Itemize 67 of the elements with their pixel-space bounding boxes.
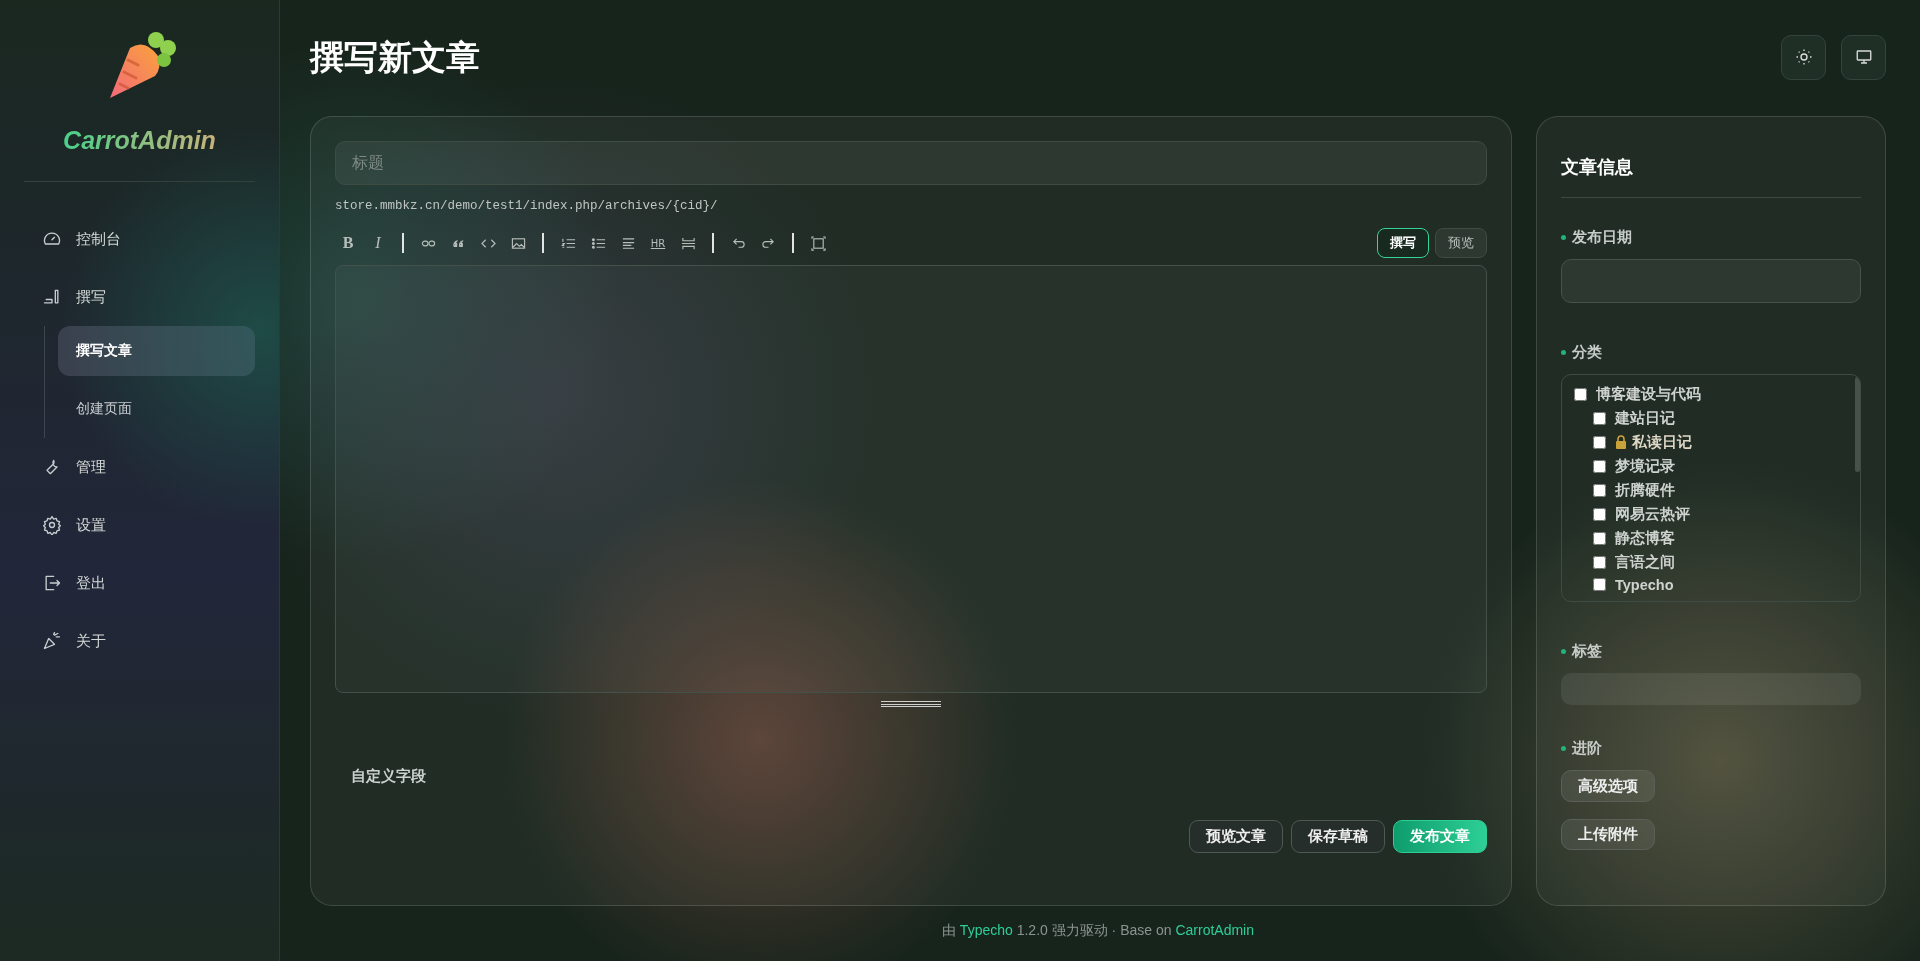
display-button[interactable] <box>1841 34 1886 80</box>
nav-item[interactable]: 关于 <box>40 612 255 670</box>
bullet-list-icon <box>590 235 606 251</box>
nav-item[interactable]: 撰写 <box>40 268 255 326</box>
checkbox[interactable] <box>1593 507 1606 521</box>
field-label: 发布日期 <box>1572 228 1632 247</box>
option-button[interactable]: 上传附件 <box>1561 818 1655 850</box>
nav-subitem[interactable]: 撰写文章 <box>58 326 255 376</box>
mode-tab[interactable]: 预览 <box>1435 228 1487 258</box>
bullet-dot <box>1561 235 1566 240</box>
title-field[interactable]: 标题 <box>335 141 1487 185</box>
footer-text: 1.2.0 强力驱动 · Base on <box>1015 922 1173 938</box>
checkbox[interactable] <box>1593 578 1606 592</box>
checkbox[interactable] <box>1593 411 1606 425</box>
mode-tab[interactable]: 撰写 <box>1377 228 1429 258</box>
checkbox[interactable] <box>1593 555 1606 569</box>
footer-link[interactable]: Typecho <box>959 922 1013 938</box>
pen-icon <box>42 287 62 307</box>
checkbox[interactable] <box>1593 435 1606 449</box>
fullscreen-icon <box>810 235 826 251</box>
section-label: 自定义字段 <box>351 767 427 786</box>
footer-link[interactable]: CarrotAdmin <box>1175 922 1254 938</box>
category-label: 静态博客 <box>1615 528 1675 548</box>
field-label: 标签 <box>1572 642 1602 662</box>
action-button[interactable]: 保存草稿 <box>1291 820 1385 853</box>
checkbox[interactable] <box>1593 483 1606 497</box>
footer-text: 由 <box>941 922 957 938</box>
checkbox[interactable] <box>1593 459 1606 473</box>
rule-button[interactable]: HR <box>645 230 671 256</box>
scrollbar-thumb[interactable] <box>1855 376 1860 472</box>
date-field[interactable] <box>1561 259 1861 303</box>
category-label: 私读日记 <box>1632 432 1692 452</box>
sun-icon <box>1794 48 1813 66</box>
settings-icon <box>42 515 62 535</box>
theme-toggle-button[interactable] <box>1781 34 1826 80</box>
field-label: 进阶 <box>1572 739 1602 759</box>
nav-item[interactable]: 设置 <box>40 496 255 554</box>
bullet-dot <box>1561 649 1566 655</box>
page-break-icon <box>680 235 696 251</box>
bullet-dot <box>1561 746 1566 752</box>
text-lines-icon <box>620 235 636 251</box>
category-label: 网易云热评 <box>1615 504 1690 524</box>
action-button[interactable]: 预览文章 <box>1189 820 1283 853</box>
page-title: 撰写新文章 <box>310 37 480 78</box>
bold-button[interactable]: B <box>335 230 361 256</box>
category-label: 建站日记 <box>1615 408 1675 428</box>
image-icon <box>510 235 526 251</box>
bullet-dot <box>1561 349 1566 355</box>
checkbox[interactable] <box>1574 387 1587 401</box>
resize-handle[interactable] <box>881 701 941 707</box>
italic-button[interactable]: I <box>365 230 391 256</box>
nav-item[interactable]: 管理 <box>40 438 255 496</box>
category-label: 博客建设与代码 <box>1596 384 1701 404</box>
card-title: 文章信息 <box>1561 156 1634 179</box>
field-label: 分类 <box>1572 342 1602 362</box>
nav-subitem[interactable]: 创建页面 <box>58 384 255 434</box>
permalink-text: store.mmbkz.cn/demo/test1/index.php/archives/{cid}/ <box>335 199 719 213</box>
category-label: 言语之间 <box>1615 552 1675 572</box>
nav-item[interactable]: 控制台 <box>40 210 255 268</box>
monitor-icon <box>1854 48 1873 66</box>
lock-icon <box>1615 435 1627 450</box>
category-label: 折腾硬件 <box>1615 480 1675 500</box>
checkbox[interactable] <box>1593 531 1606 545</box>
category-label: 梦境记录 <box>1615 456 1675 476</box>
nav-item[interactable]: 登出 <box>40 554 255 612</box>
category-label: Typecho <box>1615 576 1674 593</box>
option-button[interactable]: 高级选项 <box>1561 770 1655 802</box>
